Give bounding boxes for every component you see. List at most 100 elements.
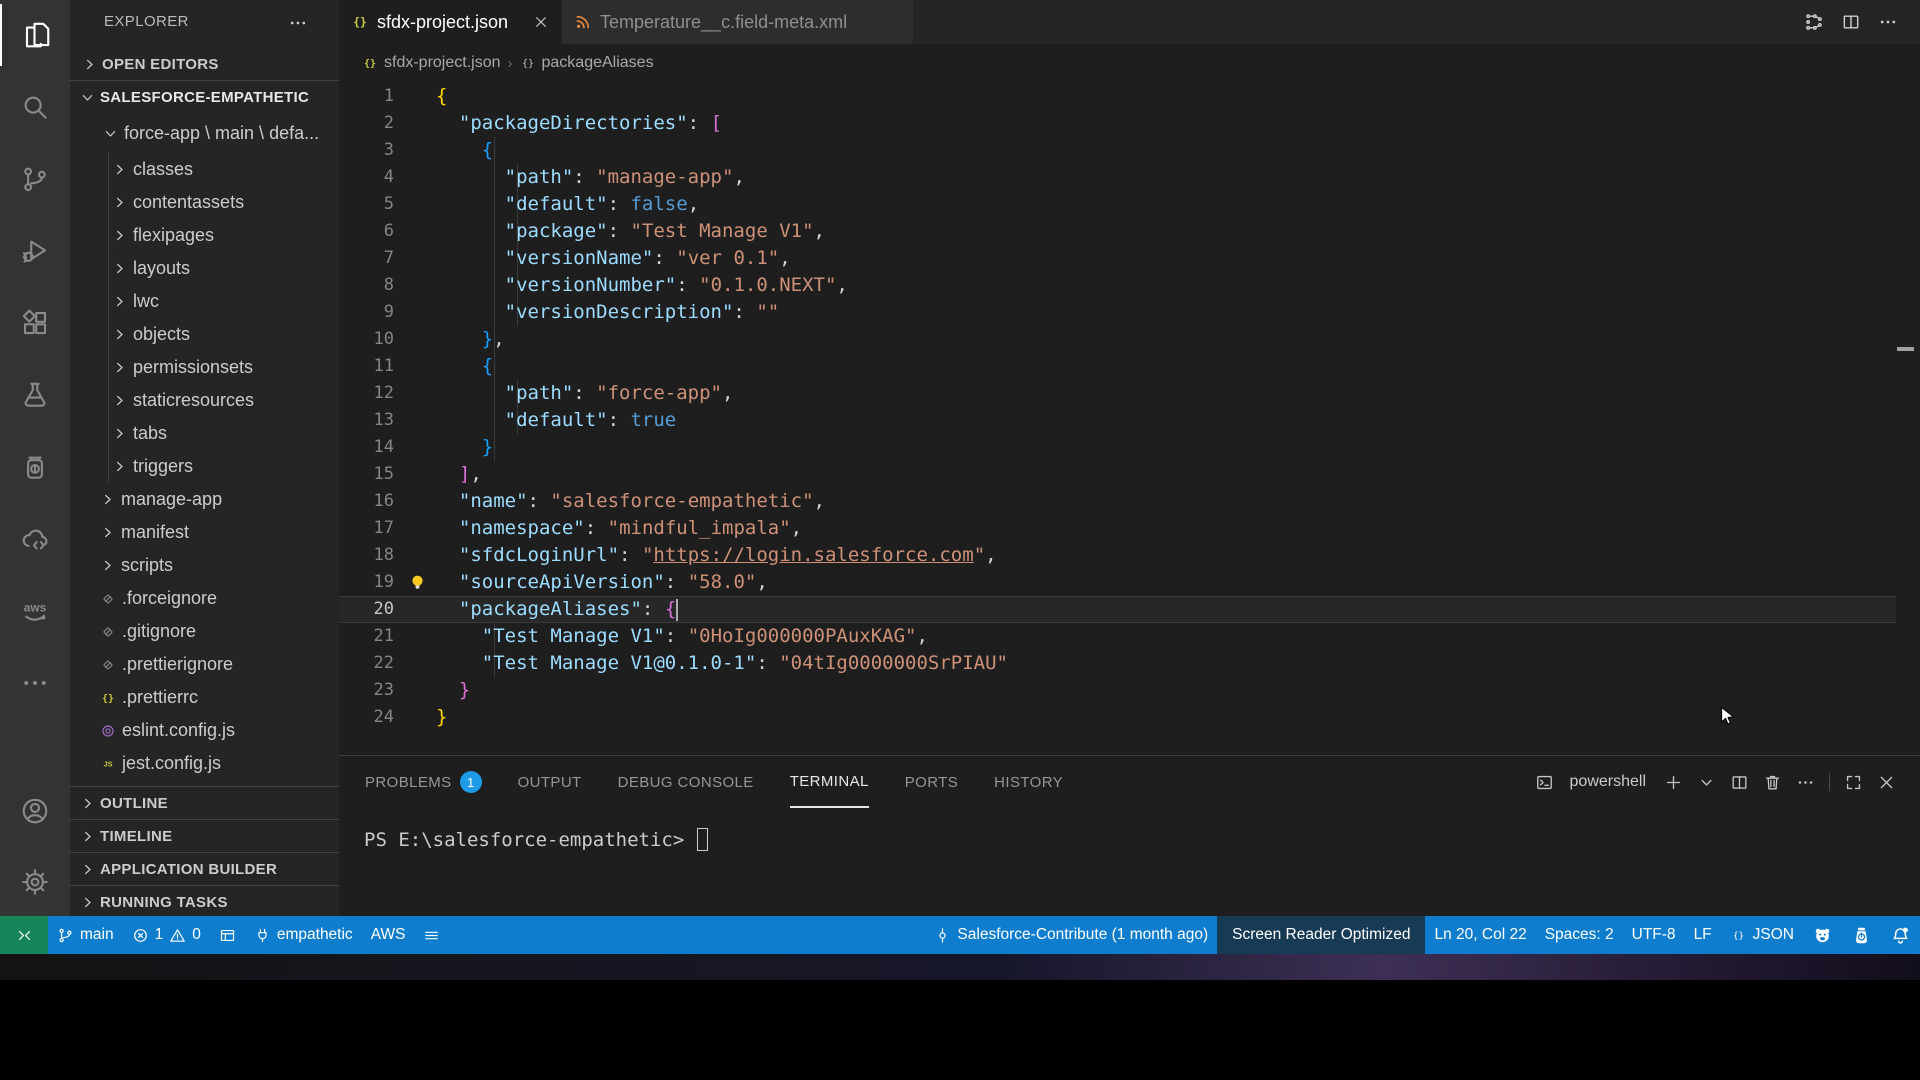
tree-file-jest-config-js[interactable]: JSjest.config.js bbox=[70, 747, 339, 780]
line-number[interactable]: 6 bbox=[339, 218, 394, 245]
code-line-4[interactable]: "path": "manage-app", bbox=[436, 164, 1920, 191]
line-number[interactable]: 20 bbox=[339, 596, 394, 623]
tree-folder-layouts[interactable]: layouts bbox=[70, 252, 339, 285]
code-line-22[interactable]: "Test Manage V1@0.1.0-1": "04tIg0000000S… bbox=[436, 650, 1920, 677]
status-eol[interactable]: LF bbox=[1685, 916, 1721, 954]
line-number[interactable]: 16 bbox=[339, 488, 394, 515]
line-number[interactable]: 5 bbox=[339, 191, 394, 218]
terminal[interactable]: PS E:\salesforce-empathetic> bbox=[364, 826, 708, 853]
panel-tab-output[interactable]: OUTPUT bbox=[518, 756, 582, 808]
activity-item-extensions[interactable] bbox=[0, 292, 70, 354]
code-line-10[interactable]: }, bbox=[436, 326, 1920, 353]
code-line-18[interactable]: "sfdcLoginUrl": "https://login.salesforc… bbox=[436, 542, 1920, 569]
status-indentation[interactable]: Spaces: 2 bbox=[1536, 916, 1623, 954]
code-line-24[interactable]: } bbox=[436, 704, 1920, 731]
launch-profile-icon[interactable] bbox=[1697, 773, 1716, 792]
status-scm-commit[interactable]: Salesforce-Contribute (1 month ago) bbox=[925, 916, 1217, 954]
shell-name[interactable]: powershell bbox=[1570, 773, 1646, 791]
code-line-17[interactable]: "namespace": "mindful_impala", bbox=[436, 515, 1920, 542]
status-branch[interactable]: main bbox=[48, 916, 123, 954]
panel-tab-debug-console[interactable]: DEBUG CONSOLE bbox=[618, 756, 754, 808]
code-line-19[interactable]: "sourceApiVersion": "58.0", bbox=[436, 569, 1920, 596]
tree-folder-permissionsets[interactable]: permissionsets bbox=[70, 351, 339, 384]
activity-item-explorer[interactable] bbox=[0, 4, 72, 66]
activity-item-account[interactable] bbox=[0, 780, 70, 842]
tree-file-gitignore[interactable]: .gitignore bbox=[70, 615, 339, 648]
panel-tab-ports[interactable]: PORTS bbox=[905, 756, 958, 808]
code-line-11[interactable]: { bbox=[436, 353, 1920, 380]
status-cursor-position[interactable]: Ln 20, Col 22 bbox=[1425, 916, 1535, 954]
tree-folder-tabs[interactable]: tabs bbox=[70, 417, 339, 450]
status-jar-status[interactable] bbox=[1842, 916, 1881, 954]
activity-item-jar-extension[interactable] bbox=[0, 436, 70, 498]
section-project-root[interactable]: SALESFORCE-EMPATHETIC bbox=[70, 82, 339, 113]
line-number[interactable]: 18 bbox=[339, 542, 394, 569]
code-line-20[interactable]: "packageAliases": { bbox=[436, 596, 1920, 623]
panel-tab-problems[interactable]: PROBLEMS1 bbox=[365, 756, 482, 808]
code-line-3[interactable]: { bbox=[436, 137, 1920, 164]
line-number[interactable]: 13 bbox=[339, 407, 394, 434]
line-number[interactable]: 4 bbox=[339, 164, 394, 191]
tree-folder-staticresources[interactable]: staticresources bbox=[70, 384, 339, 417]
code-line-1[interactable]: { bbox=[436, 83, 1920, 110]
code-line-16[interactable]: "name": "salesforce-empathetic", bbox=[436, 488, 1920, 515]
line-number[interactable]: 10 bbox=[339, 326, 394, 353]
line-number[interactable]: 11 bbox=[339, 353, 394, 380]
code-line-12[interactable]: "path": "force-app", bbox=[436, 380, 1920, 407]
status-editor-layout[interactable] bbox=[210, 916, 245, 954]
code-line-23[interactable]: } bbox=[436, 677, 1920, 704]
status-screen-reader[interactable]: Screen Reader Optimized bbox=[1217, 916, 1425, 954]
code-line-8[interactable]: "versionNumber": "0.1.0.NEXT", bbox=[436, 272, 1920, 299]
tree-folder-manifest[interactable]: manifest bbox=[70, 516, 339, 549]
line-number[interactable]: 1 bbox=[339, 83, 394, 110]
code-line-6[interactable]: "package": "Test Manage V1", bbox=[436, 218, 1920, 245]
tree-folder-scripts[interactable]: scripts bbox=[70, 549, 339, 582]
maximize-panel-icon[interactable] bbox=[1844, 773, 1863, 792]
section-running-tasks[interactable]: RUNNING TASKS bbox=[70, 886, 339, 916]
code-line-21[interactable]: "Test Manage V1": "0HoIg000000PAuxKAG", bbox=[436, 623, 1920, 650]
line-number[interactable]: 2 bbox=[339, 110, 394, 137]
section-open-editors[interactable]: OPEN EDITORS bbox=[70, 50, 339, 78]
tree-folder-flexipages[interactable]: flexipages bbox=[70, 219, 339, 252]
explorer-more-actions-icon[interactable] bbox=[288, 13, 308, 33]
status-default-org[interactable]: empathetic bbox=[245, 916, 362, 954]
tree-folder-lwc[interactable]: lwc bbox=[70, 285, 339, 318]
line-number[interactable]: 19 bbox=[339, 569, 394, 596]
code-line-13[interactable]: "default": true bbox=[436, 407, 1920, 434]
activity-item-search[interactable] bbox=[0, 76, 70, 138]
line-number[interactable]: 17 bbox=[339, 515, 394, 542]
tree-folder-objects[interactable]: objects bbox=[70, 318, 339, 351]
activity-item-run-debug[interactable] bbox=[0, 220, 70, 282]
tree-folder-contentassets[interactable]: contentassets bbox=[70, 186, 339, 219]
line-number[interactable]: 15 bbox=[339, 461, 394, 488]
status-notifications[interactable] bbox=[1881, 916, 1920, 954]
line-number[interactable]: 3 bbox=[339, 137, 394, 164]
activity-item-source-control[interactable] bbox=[0, 148, 70, 210]
status-aws-profile[interactable]: AWS bbox=[362, 916, 415, 954]
panel-tab-terminal[interactable]: TERMINAL bbox=[790, 756, 869, 808]
activity-item-aws[interactable]: aws bbox=[0, 580, 70, 642]
status-menu[interactable] bbox=[414, 916, 449, 954]
line-number[interactable]: 21 bbox=[339, 623, 394, 650]
line-number[interactable]: 24 bbox=[339, 704, 394, 731]
status-language-mode[interactable]: {}JSON bbox=[1721, 916, 1803, 954]
code-line-5[interactable]: "default": false, bbox=[436, 191, 1920, 218]
status-encoding[interactable]: UTF-8 bbox=[1623, 916, 1685, 954]
line-number[interactable]: 9 bbox=[339, 299, 394, 326]
status-remote[interactable] bbox=[0, 916, 48, 954]
code-line-15[interactable]: ], bbox=[436, 461, 1920, 488]
status-problems[interactable]: 10 bbox=[123, 916, 210, 954]
line-number[interactable]: 23 bbox=[339, 677, 394, 704]
tree-file-forceignore[interactable]: .forceignore bbox=[70, 582, 339, 615]
tree-file-prettierrc[interactable]: {}.prettierrc bbox=[70, 681, 339, 714]
code-line-14[interactable]: } bbox=[436, 434, 1920, 461]
shell-icon[interactable] bbox=[1535, 773, 1554, 792]
new-terminal-icon[interactable] bbox=[1664, 773, 1683, 792]
line-number[interactable]: 7 bbox=[339, 245, 394, 272]
tree-file-eslint-config-js[interactable]: eslint.config.js bbox=[70, 714, 339, 747]
tree-folder-classes[interactable]: classes bbox=[70, 153, 339, 186]
tree-folder-manage-app[interactable]: manage-app bbox=[70, 483, 339, 516]
tree-folder-triggers[interactable]: triggers bbox=[70, 450, 339, 483]
activity-item-settings[interactable] bbox=[0, 851, 70, 913]
section-outline[interactable]: OUTLINE bbox=[70, 787, 339, 820]
